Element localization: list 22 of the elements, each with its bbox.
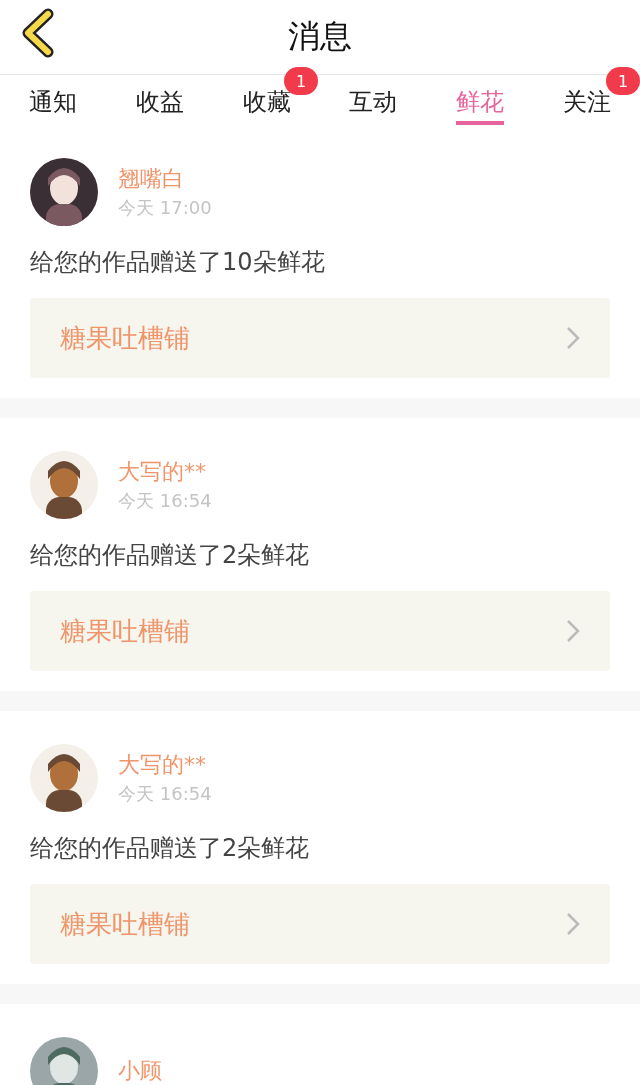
sender-name[interactable]: 大写的** — [118, 750, 212, 780]
message-text: 给您的作品赠送了10朵鲜花 — [30, 247, 326, 278]
tab[interactable]: 鲜花 — [456, 75, 504, 125]
tab[interactable]: 互动 — [349, 75, 398, 125]
work-link[interactable]: 糖果吐槽铺 — [30, 591, 610, 671]
sender-name[interactable]: 小顾 — [118, 1056, 162, 1085]
chevron-right-icon — [566, 326, 580, 350]
message-time: 今天 17:00 — [118, 196, 212, 220]
message-text: 给您的作品赠送了2朵鲜花 — [30, 833, 311, 864]
chevron-right-icon — [566, 912, 580, 936]
sender-name[interactable]: 翘嘴白 — [118, 164, 212, 194]
message-time: 今天 16:54 — [118, 782, 212, 806]
message-time: 今天 16:54 — [118, 489, 212, 513]
message-text: 给您的作品赠送了2朵鲜花 — [30, 540, 311, 571]
work-link[interactable]: 糖果吐槽铺 — [30, 298, 610, 378]
count-badge: 1 — [606, 67, 640, 95]
sender-name[interactable]: 大写的** — [118, 457, 212, 487]
tab[interactable]: 通知 — [29, 75, 78, 125]
work-link[interactable]: 糖果吐槽铺 — [30, 884, 610, 964]
chevron-right-icon — [566, 619, 580, 643]
page-title: 消息 — [288, 16, 352, 57]
tab[interactable]: 收益 — [136, 75, 184, 125]
